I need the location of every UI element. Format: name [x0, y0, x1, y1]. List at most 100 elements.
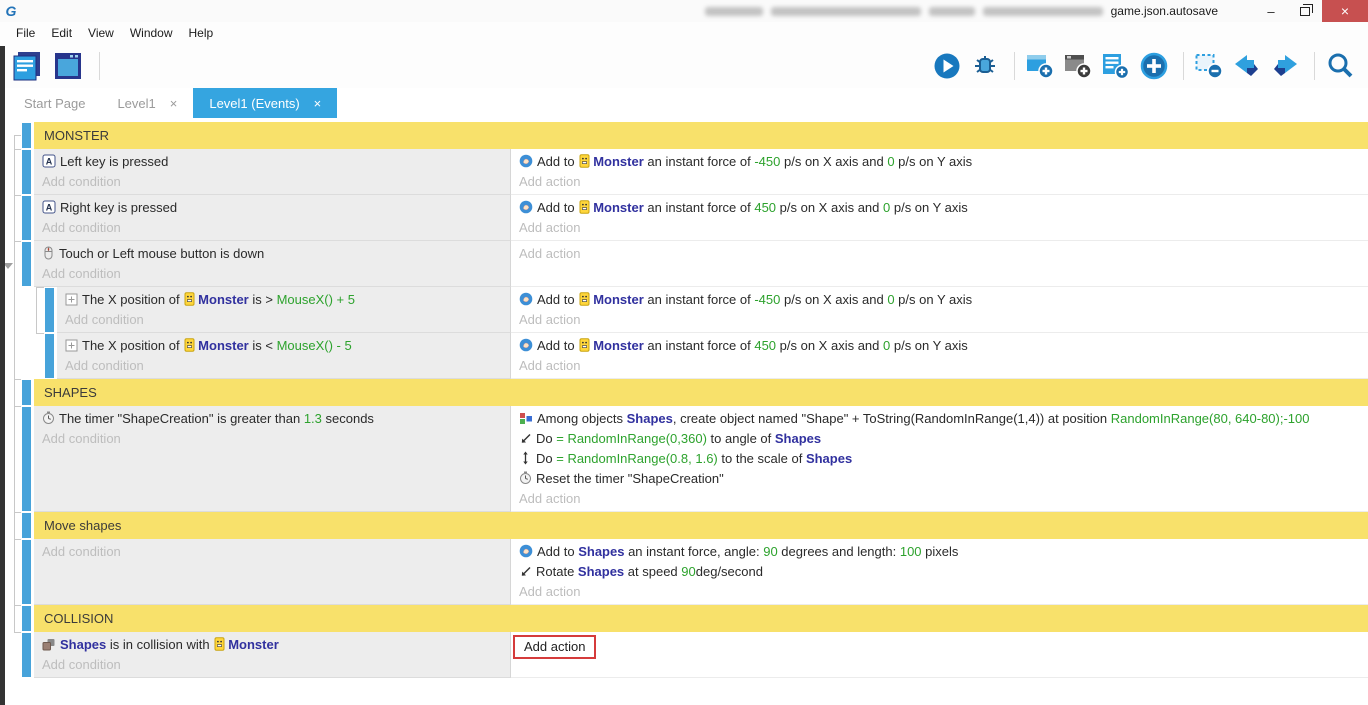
tab-level1-events-[interactable]: Level1 (Events)× [193, 88, 337, 118]
condition-line[interactable]: The timer "ShapeCreation" is greater tha… [34, 409, 510, 429]
tab-close-icon[interactable]: × [170, 96, 178, 111]
menu-item-view[interactable]: View [80, 24, 122, 42]
action-line[interactable]: Do = RandomInRange(0,360) to angle of Sh… [511, 429, 1368, 449]
event-selection-bar[interactable] [45, 334, 54, 378]
tab-level1[interactable]: Level1× [101, 88, 193, 118]
conditions-cell: The X position of Monster is < MouseX() … [57, 333, 511, 379]
group-row-shapes[interactable]: SHAPES [0, 379, 1368, 406]
add-action-link[interactable]: Add action [511, 218, 1368, 238]
condition-line[interactable]: The X position of Monster is > MouseX() … [57, 290, 510, 310]
action-line[interactable]: Add to Monster an instant force of 450 p… [511, 336, 1368, 356]
event-selection-bar[interactable] [45, 288, 54, 332]
add-action-link[interactable]: Add action [511, 582, 1368, 602]
add-action-highlighted[interactable]: Add action [513, 635, 596, 659]
tab-start-page[interactable]: Start Page [8, 88, 101, 118]
event-row[interactable]: Touch or Left mouse button is downAdd co… [0, 241, 1368, 287]
event-row[interactable]: ARight key is pressedAdd conditionAdd to… [0, 195, 1368, 241]
scene-editor-button[interactable] [54, 50, 86, 82]
search-button[interactable] [1326, 50, 1358, 82]
group-row-move-shapes[interactable]: Move shapes [0, 512, 1368, 539]
text-segment: an instant force, angle: [624, 544, 763, 559]
add-condition-link[interactable]: Add condition [34, 172, 510, 192]
add-condition-link[interactable]: Add condition [34, 218, 510, 238]
event-selection-bar[interactable] [22, 196, 31, 240]
minimize-button[interactable]: – [1254, 0, 1288, 22]
group-row-monster[interactable]: MONSTER [0, 122, 1368, 149]
action-line[interactable]: Reset the timer "ShapeCreation" [511, 469, 1368, 489]
project-manager-button[interactable] [14, 50, 46, 82]
text-segment: pixels [922, 544, 959, 559]
condition-line[interactable]: The X position of Monster is < MouseX() … [57, 336, 510, 356]
action-line[interactable]: Add to Shapes an instant force, angle: 9… [511, 542, 1368, 562]
group-row-collision[interactable]: COLLISION [0, 605, 1368, 632]
play-icon [933, 52, 961, 80]
close-button[interactable]: × [1322, 0, 1368, 22]
event-selection-bar[interactable] [22, 513, 31, 538]
add-condition-link[interactable]: Add condition [57, 356, 510, 376]
event-row[interactable]: ALeft key is pressedAdd conditionAdd to … [0, 149, 1368, 195]
condition-line[interactable]: ARight key is pressed [34, 198, 510, 218]
event-selection-bar[interactable] [22, 150, 31, 194]
action-line[interactable]: Among objects Shapes, create object name… [511, 409, 1368, 429]
angle-icon [519, 432, 532, 445]
dock-edge-strip [0, 46, 5, 705]
remove-event-button[interactable] [1195, 50, 1227, 82]
event-selection-bar[interactable] [22, 606, 31, 631]
add-action-link[interactable]: Add action [511, 172, 1368, 192]
menu-item-window[interactable]: Window [122, 24, 181, 42]
object-name: Shapes [627, 411, 673, 426]
add-subevent-icon [1063, 52, 1093, 80]
undo-button[interactable] [1233, 50, 1265, 82]
event-row[interactable]: The X position of Monster is < MouseX() … [0, 333, 1368, 379]
position-icon [65, 339, 78, 352]
add-subevent-button[interactable] [1064, 50, 1096, 82]
object-name: Monster [593, 154, 644, 169]
add-circle-button[interactable] [1140, 50, 1172, 82]
add-condition-link[interactable]: Add condition [34, 264, 510, 284]
action-line[interactable]: Add to Monster an instant force of -450 … [511, 290, 1368, 310]
toolbar-separator [1314, 52, 1315, 80]
restore-button[interactable] [1288, 0, 1322, 22]
add-action-link[interactable]: Add action [511, 489, 1368, 509]
action-line[interactable]: Do = RandomInRange(0.8, 1.6) to the scal… [511, 449, 1368, 469]
event-row[interactable]: Add conditionAdd to Shapes an instant fo… [0, 539, 1368, 605]
event-row[interactable]: The X position of Monster is > MouseX() … [0, 287, 1368, 333]
event-selection-bar[interactable] [22, 123, 31, 148]
condition-line[interactable]: Shapes is in collision with Monster [34, 635, 510, 655]
add-action-link[interactable]: Add action [511, 244, 1368, 264]
tree-tick [14, 539, 21, 540]
condition-line[interactable]: Touch or Left mouse button is down [34, 244, 510, 264]
event-selection-bar[interactable] [22, 242, 31, 286]
event-row[interactable]: Shapes is in collision with MonsterAdd c… [0, 632, 1368, 678]
add-condition-link[interactable]: Add condition [34, 655, 510, 675]
force-icon [519, 200, 533, 214]
tree-tick [14, 406, 21, 407]
menu-item-help[interactable]: Help [181, 24, 222, 42]
debug-button[interactable] [971, 50, 1003, 82]
action-line[interactable]: Add to Monster an instant force of -450 … [511, 152, 1368, 172]
add-condition-link[interactable]: Add condition [57, 310, 510, 330]
event-selection-bar[interactable] [22, 633, 31, 677]
condition-line[interactable]: ALeft key is pressed [34, 152, 510, 172]
play-button[interactable] [933, 50, 965, 82]
event-selection-bar[interactable] [22, 380, 31, 405]
action-line[interactable]: Add to Monster an instant force of 450 p… [511, 198, 1368, 218]
tab-label: Start Page [24, 96, 85, 111]
add-action-link[interactable]: Add action [511, 356, 1368, 376]
add-condition-link[interactable]: Add condition [34, 429, 510, 449]
event-selection-bar[interactable] [22, 407, 31, 511]
menu-item-edit[interactable]: Edit [43, 24, 80, 42]
add-comment-button[interactable] [1102, 50, 1134, 82]
undo-icon [1232, 53, 1262, 79]
event-row[interactable]: The timer "ShapeCreation" is greater tha… [0, 406, 1368, 512]
menu-item-file[interactable]: File [8, 24, 43, 42]
redo-button[interactable] [1271, 50, 1303, 82]
add-condition-link[interactable]: Add condition [34, 542, 510, 562]
text-segment: Add to [537, 154, 578, 169]
action-line[interactable]: Rotate Shapes at speed 90deg/second [511, 562, 1368, 582]
tab-close-icon[interactable]: × [314, 96, 322, 111]
add-event-button[interactable] [1026, 50, 1058, 82]
event-selection-bar[interactable] [22, 540, 31, 604]
add-action-link[interactable]: Add action [511, 310, 1368, 330]
toolbar-right-group [933, 50, 1358, 82]
